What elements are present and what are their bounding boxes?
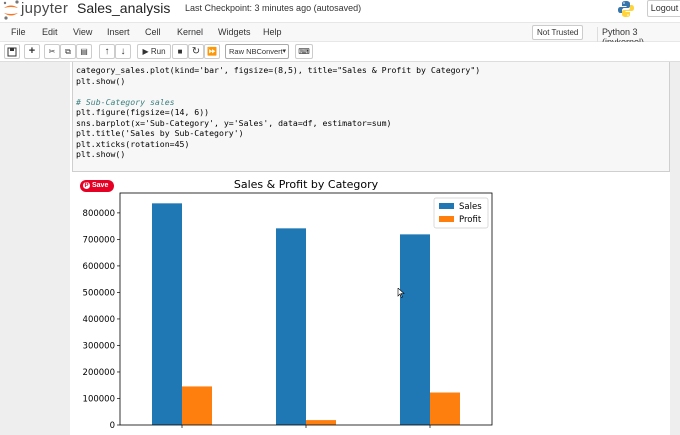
y-tick-label: 0 — [110, 421, 115, 431]
cell-type-value: Raw NBConvert — [229, 47, 283, 56]
y-tick-label: 600000 — [83, 262, 115, 272]
menu-kernel[interactable]: Kernel — [177, 27, 203, 37]
code-line: plt.figure(figsize=(14, 6)) — [76, 107, 210, 117]
cut-button[interactable]: ✂ — [44, 44, 60, 59]
code-line: plt.show() — [76, 149, 126, 159]
keyboard-icon: ⌨ — [298, 47, 310, 56]
code-cell-input[interactable]: category_sales.plot(kind='bar', figsize=… — [72, 62, 670, 172]
code-line: category_sales.plot(kind='bar', figsize=… — [76, 65, 481, 75]
bar-profit — [306, 420, 336, 425]
y-tick-label: 800000 — [83, 209, 115, 219]
move-up-icon: ↑ — [104, 46, 110, 57]
save-button[interactable] — [4, 44, 20, 59]
command-palette-button[interactable]: ⌨ — [295, 44, 313, 59]
y-tick-label: 700000 — [83, 235, 115, 245]
y-tick-label: 400000 — [83, 315, 115, 325]
menu-file[interactable]: File — [11, 27, 26, 37]
menu-insert[interactable]: Insert — [107, 27, 130, 37]
chevron-down-icon: ▾ — [282, 48, 286, 55]
python-logo-icon — [618, 1, 634, 17]
menu-edit[interactable]: Edit — [42, 27, 58, 37]
move-up-button[interactable]: ↑ — [99, 44, 115, 59]
y-tick-label: 100000 — [83, 394, 115, 404]
bar-profit — [430, 392, 460, 425]
notebook-title[interactable]: Sales_analysis — [77, 0, 170, 16]
cut-icon: ✂ — [48, 47, 56, 56]
code-line: plt.show() — [76, 75, 126, 86]
legend-swatch-sales — [439, 203, 454, 209]
restart-run-all-button[interactable]: ⏩ — [204, 44, 220, 59]
run-icon: ▶ — [142, 47, 149, 56]
bar-sales — [400, 234, 430, 425]
menu-widgets[interactable]: Widgets — [218, 27, 251, 37]
code-line: plt.title('Sales by Sub-Category') — [76, 128, 244, 138]
code-line: plt.xticks(rotation=45) — [76, 138, 190, 149]
bar-chart: Sales & Profit by Category 0 100000 200000 3… — [83, 178, 493, 431]
legend-label-profit: Profit — [459, 215, 482, 225]
stop-icon: ■ — [177, 47, 183, 56]
legend-swatch-profit — [439, 216, 454, 222]
run-button[interactable]: ▶ Run — [137, 44, 171, 59]
paste-icon: ▤ — [80, 47, 88, 56]
move-down-icon: ↓ — [120, 46, 126, 57]
code-comment: # Sub-Category sales — [76, 96, 175, 107]
menubar: File Edit View Insert Cell Kernel Widget… — [0, 22, 680, 47]
legend-label-sales: Sales — [459, 202, 482, 212]
logout-button[interactable]: Logout — [647, 0, 680, 17]
trust-status-button[interactable]: Not Trusted — [532, 25, 584, 40]
chart-title: Sales & Profit by Category — [234, 178, 379, 191]
add-cell-icon: + — [28, 45, 36, 57]
y-tick-label: 300000 — [83, 341, 115, 351]
paste-button[interactable]: ▤ — [76, 44, 92, 59]
y-tick-label: 500000 — [83, 288, 115, 298]
cell-type-select[interactable]: Raw NBConvert ▾ — [225, 44, 289, 59]
menu-view[interactable]: View — [73, 27, 92, 37]
copy-button[interactable]: ⧉ — [60, 44, 76, 59]
add-cell-button[interactable]: + — [24, 44, 40, 59]
notebook-header: jupyter Sales_analysis Last Checkpoint: … — [0, 0, 680, 22]
y-tick-label: 200000 — [83, 368, 115, 378]
checkpoint-status: Last Checkpoint: 3 minutes ago (autosave… — [185, 3, 362, 13]
bar-sales — [276, 228, 306, 425]
bar-sales — [152, 203, 182, 425]
save-badge-label: Save — [92, 182, 109, 189]
move-down-button[interactable]: ↓ — [115, 44, 131, 59]
pinterest-save-button[interactable]: Save — [80, 180, 114, 192]
toolbar: + ✂ ⧉ ▤ ↑ ↓ ▶ Run ■ ↻ ⏩ Raw NBConvert ▾ ⌨ — [0, 42, 680, 62]
jupyter-logo[interactable]: jupyter — [2, 0, 72, 20]
bar-profit — [182, 386, 212, 425]
save-icon — [7, 47, 17, 57]
menu-cell[interactable]: Cell — [145, 27, 161, 37]
code-line: sns.barplot(x='Sub-Category', y='Sales',… — [76, 117, 392, 128]
stop-button[interactable]: ■ — [172, 44, 188, 59]
run-label: Run — [150, 47, 166, 56]
mouse-cursor-icon — [397, 288, 405, 298]
copy-icon: ⧉ — [65, 47, 71, 56]
logo-text: jupyter — [21, 0, 69, 17]
restart-button[interactable]: ↻ — [188, 44, 204, 59]
menu-help[interactable]: Help — [263, 27, 282, 37]
restart-icon: ↻ — [191, 46, 201, 57]
fast-forward-icon: ⏩ — [207, 47, 217, 56]
jupyter-icon — [3, 0, 19, 20]
